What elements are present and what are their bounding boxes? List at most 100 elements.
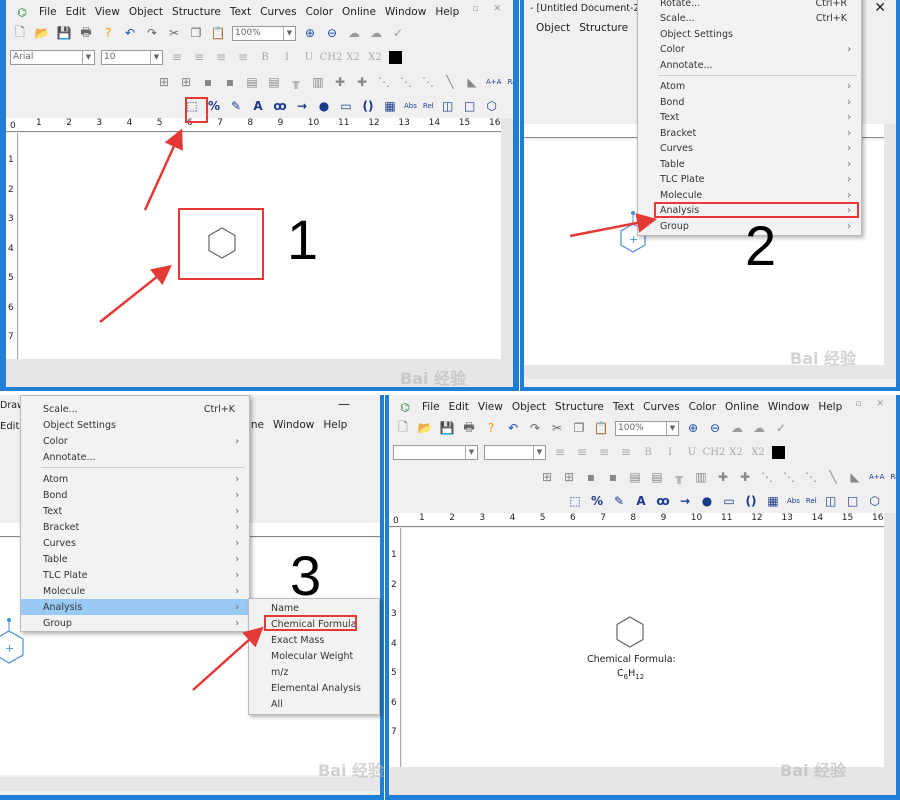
window-controls[interactable]: _ ▫ ✕ [453,4,507,14]
save-icon[interactable]: 💾 [56,25,72,41]
menu-object[interactable]: Object [536,22,570,34]
align-icon[interactable]: ≡ [574,444,590,460]
format-4-button[interactable]: X2 [728,444,744,460]
align-icon[interactable]: ≡ [169,49,185,65]
zoom-select[interactable]: 100% ▼ [232,25,296,41]
tool-icon[interactable]: ◫ [440,98,456,114]
tool-label[interactable]: A+A [486,78,501,86]
cut-icon[interactable]: ✂ [549,420,565,436]
undo-icon[interactable]: ↶ [122,25,138,41]
format-1-button[interactable]: I [279,49,295,65]
menu-item-molecule[interactable]: Molecule › [638,187,861,203]
open-icon[interactable]: 📂 [34,25,50,41]
menu-color[interactable]: Color [306,6,333,18]
menu-structure[interactable]: Structure [555,401,604,413]
cloud-icon[interactable]: ☁ [751,420,767,436]
redo-icon[interactable]: ↷ [144,25,160,41]
menu-item-tlc-plate[interactable]: TLC Plate › [638,172,861,188]
rectangle-icon[interactable]: ▭ [721,493,737,509]
zoom-select[interactable]: 100% ▼ [615,420,679,436]
print-icon[interactable]: 🖶 [461,420,477,436]
menu-item-curves[interactable]: Curves › [21,535,249,551]
menu-text[interactable]: Text [613,401,634,413]
submenu-item-elemental-analysis[interactable]: Elemental Analysis [249,680,379,696]
menu-item-group[interactable]: Group › [21,615,249,631]
submenu-item-exact-mass[interactable]: Exact Mass [249,632,379,648]
object-tool-icon[interactable]: ▪ [200,74,216,90]
align-icon[interactable]: ≡ [596,444,612,460]
menu-item-scale[interactable]: Scale... Ctrl+K [638,11,861,27]
object-tool-icon[interactable]: ╥ [671,469,687,485]
object-tool-icon[interactable]: ⋱ [781,469,797,485]
paste-icon[interactable]: 📋 [210,25,226,41]
menu-item-annotate[interactable]: Annotate... [21,449,249,465]
menu-edit[interactable]: Edit [449,401,469,413]
eraser-icon[interactable]: ✎ [611,493,627,509]
format-3-button[interactable]: CH2 [703,444,726,460]
format-5-button[interactable]: X2 [367,49,383,65]
menu-item-curves[interactable]: Curves › [638,141,861,157]
align-icon[interactable]: ≡ [213,49,229,65]
zoom-out-icon[interactable]: ⊖ [324,25,340,41]
vertical-scrollbar[interactable] [884,513,896,767]
object-tool-icon[interactable]: ⊞ [561,469,577,485]
new-icon[interactable]: 🗋 [395,420,411,436]
menu-item-text[interactable]: Text › [638,110,861,126]
hdash-icon[interactable]: % [589,493,605,509]
menu-item-bond[interactable]: Bond › [638,94,861,110]
lasso-icon[interactable]: ꝏ [655,493,671,509]
menu-item-bracket[interactable]: Bracket › [638,125,861,141]
menu-text[interactable]: Text [230,6,251,18]
cut-icon[interactable]: ✂ [166,25,182,41]
object-tool-icon[interactable]: ╥ [288,74,304,90]
font-select[interactable]: Arial ▼ [10,49,95,65]
tool-label[interactable]: Abs [787,497,800,505]
save-icon[interactable]: 💾 [439,420,455,436]
object-tool-icon[interactable]: ✚ [737,469,753,485]
object-tool-icon[interactable]: ╲ [825,469,841,485]
eraser-icon[interactable]: ✎ [228,98,244,114]
object-tool-icon[interactable]: ▪ [222,74,238,90]
menu-item-bracket[interactable]: Bracket › [21,519,249,535]
menu-structure[interactable]: Structure [579,22,628,34]
tool-label[interactable]: Rac [507,78,513,86]
zoom-in-icon[interactable]: ⊕ [685,420,701,436]
submenu-item-all[interactable]: All [249,696,379,712]
menu-item-object-settings[interactable]: Object Settings [21,417,249,433]
object-tool-icon[interactable]: ▤ [266,74,282,90]
select-tool-icon[interactable]: ⬚ [567,493,583,509]
menu-object[interactable]: Object [129,6,163,18]
menu-item-analysis[interactable]: Analysis › [21,599,249,615]
tool-label[interactable]: Rac [890,473,896,481]
tool-label[interactable]: Rel [806,497,817,505]
menu-window[interactable]: Window [273,419,314,431]
menu-item-object-settings[interactable]: Object Settings [638,26,861,42]
object-tool-icon[interactable]: ✚ [715,469,731,485]
format-1-button[interactable]: I [662,444,678,460]
tool-label[interactable]: A+A [869,473,884,481]
copy-icon[interactable]: ❐ [188,25,204,41]
zoom-out-icon[interactable]: ⊖ [707,420,723,436]
menu-item-rotate[interactable]: Rotate... Ctrl+R [638,0,861,11]
object-tool-icon[interactable]: ⊞ [156,74,172,90]
check-icon[interactable]: ✓ [390,25,406,41]
print-icon[interactable]: 🖶 [78,25,94,41]
zoom-in-icon[interactable]: ⊕ [302,25,318,41]
menu-item-table[interactable]: Table › [638,156,861,172]
tool-icon[interactable]: □ [462,98,478,114]
align-icon[interactable]: ≡ [618,444,634,460]
format-0-button[interactable]: B [640,444,656,460]
vertical-scrollbar[interactable] [884,124,896,365]
menu-curves[interactable]: Curves [643,401,679,413]
paste-icon[interactable]: 📋 [593,420,609,436]
menu-item-atom[interactable]: Atom › [638,79,861,95]
text-tool-icon[interactable]: A [250,98,266,114]
object-tool-icon[interactable]: ▥ [310,74,326,90]
object-tool-icon[interactable]: ╲ [442,74,458,90]
menu-item-atom[interactable]: Atom › [21,471,249,487]
menu-file[interactable]: File [422,401,440,413]
arrow-tool-icon[interactable]: → [677,493,693,509]
cloud-icon[interactable]: ☁ [346,25,362,41]
help-icon[interactable]: ? [100,25,116,41]
object-tool-icon[interactable]: ⋱ [398,74,414,90]
